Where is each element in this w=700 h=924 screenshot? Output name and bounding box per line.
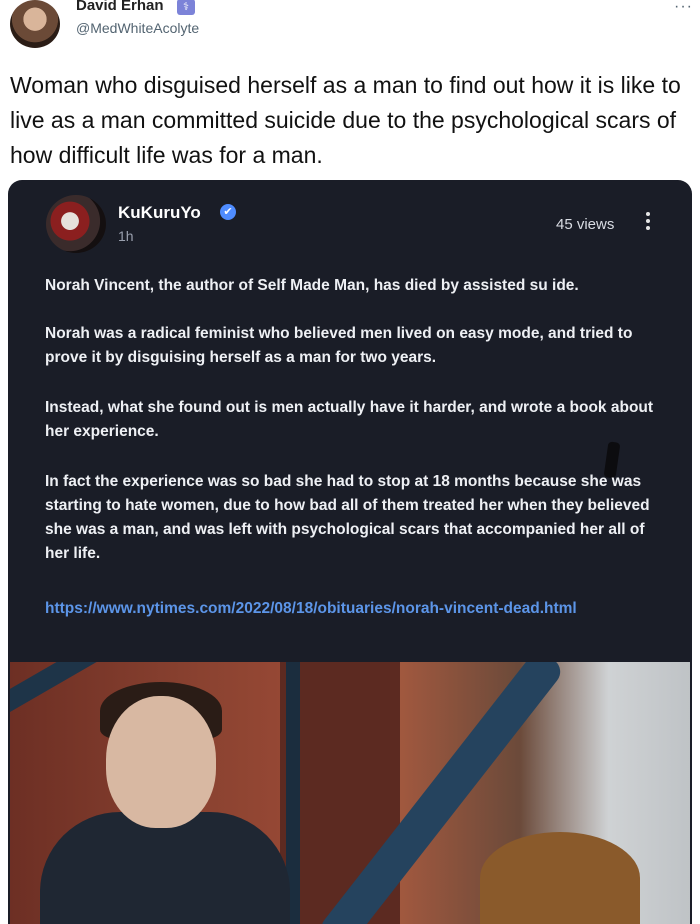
vertical-more-icon [644, 210, 652, 236]
embedded-post-time: 1h [118, 228, 134, 244]
photo-dog [480, 832, 640, 924]
author-avatar[interactable] [10, 0, 60, 48]
embedded-paragraph: Norah was a radical feminist who believe… [45, 325, 633, 366]
verified-icon: ✔ [220, 204, 236, 220]
photo-person-face [106, 696, 216, 828]
embedded-author-avatar [46, 195, 106, 253]
embedded-view-count: 45 views [556, 216, 615, 233]
embedded-paragraph: Instead, what she found out is men actua… [45, 399, 654, 440]
caduceus-badge-icon: ⚕ [177, 0, 195, 15]
more-options-icon[interactable]: ··· [674, 0, 693, 16]
author-name[interactable]: David Erhan [76, 0, 164, 14]
embedded-photo [10, 662, 690, 924]
tweet-text: Woman who disguised herself as a man to … [10, 72, 681, 168]
embedded-paragraph: Norah Vincent, the author of Self Made M… [45, 277, 579, 294]
photo-person-body [40, 812, 290, 924]
article-link: https://www.nytimes.com/2022/08/18/obitu… [45, 600, 577, 617]
author-handle[interactable]: @MedWhiteAcolyte [76, 20, 199, 36]
embedded-paragraph: In fact the experience was so bad she ha… [45, 473, 650, 562]
embedded-author-name: KuKuruYo [118, 203, 201, 222]
